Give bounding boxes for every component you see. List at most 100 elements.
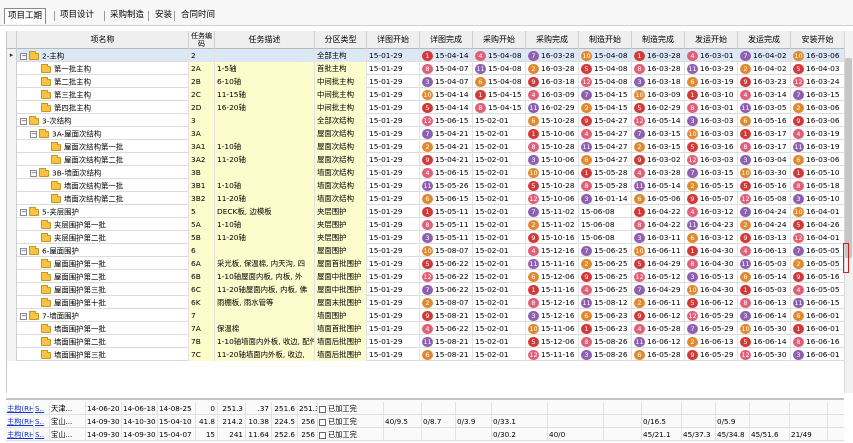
- detail-cell-n5[interactable]: 256: [298, 428, 318, 441]
- cell-istart[interactable]: 4 16-05-05: [791, 283, 844, 296]
- table-row[interactable]: 屋面围护第二批 6B 1-10轴屋面内板, 内板, 外屋面中批围护 15-01-29 1…: [7, 270, 844, 283]
- cell-code[interactable]: 5B: [189, 231, 215, 244]
- detail-cell-v9[interactable]: [716, 402, 750, 415]
- col-header-purchase-end[interactable]: 采购完成: [526, 31, 579, 49]
- cell-code[interactable]: 5: [189, 205, 215, 218]
- cell-send[interactable]: 1 16-03-17: [738, 127, 791, 140]
- cell-dend[interactable]: 1 15-05-11: [420, 205, 473, 218]
- cell-istart[interactable]: 8 16-06-16: [791, 335, 844, 348]
- cell-desc[interactable]: [215, 127, 315, 140]
- cell-dstart[interactable]: 15-01-29: [367, 257, 420, 270]
- detail-cell-d3[interactable]: 15-04-10: [158, 415, 196, 428]
- cell-code[interactable]: 2A: [189, 62, 215, 75]
- cell-dstart[interactable]: 15-01-29: [367, 166, 420, 179]
- cell-pstart[interactable]: 1 15-04-15: [473, 88, 526, 101]
- cell-istart[interactable]: 9 16-05-16: [791, 270, 844, 283]
- detail-cell-v4[interactable]: 0/30.2: [492, 428, 548, 441]
- tab-contract-time[interactable]: 合同时间: [178, 8, 218, 24]
- detail-cell-v7[interactable]: 0/16.5: [642, 415, 682, 428]
- cell-sstart[interactable]: 5 16-03-16: [685, 140, 738, 153]
- cell-mstart[interactable]: 7 15-04-15: [579, 88, 632, 101]
- cell-istart[interactable]: 11 16-03-19: [791, 140, 844, 153]
- cell-mstart[interactable]: 3 15-08-26: [579, 348, 632, 361]
- detail-cell-n2[interactable]: 214.2: [218, 415, 246, 428]
- detail-cell-v1[interactable]: [384, 402, 422, 415]
- table-row[interactable]: 墙面围护第一批 7A 保温棉 墙面首批围护 15-01-29 4 15-06-22 15-02…: [7, 322, 844, 335]
- item-name-cell[interactable]: 第三批主构: [17, 88, 189, 101]
- cell-sstart[interactable]: 9 16-05-29: [685, 348, 738, 361]
- cell-sstart[interactable]: 1 16-03-10: [685, 88, 738, 101]
- cell-dend[interactable]: 6 15-08-21: [420, 348, 473, 361]
- cell-zone[interactable]: 屋面次结构: [315, 140, 367, 153]
- cell-mend[interactable]: 8 16-03-28: [632, 62, 685, 75]
- cell-pend[interactable]: 2 16-03-28: [526, 62, 579, 75]
- row-indicator[interactable]: [7, 218, 17, 231]
- cell-dend[interactable]: 10 15-04-14: [420, 88, 473, 101]
- item-name-cell[interactable]: 第一批主构: [17, 62, 189, 75]
- cell-istart[interactable]: 9 16-03-06: [791, 114, 844, 127]
- cell-pstart[interactable]: 15-02-01: [473, 335, 526, 348]
- cell-istart[interactable]: 7 16-03-15: [791, 88, 844, 101]
- cell-istart[interactable]: 5 16-04-03: [791, 62, 844, 75]
- cell-istart[interactable]: 1 16-06-01: [791, 322, 844, 335]
- cell-mend[interactable]: 4 16-05-28: [632, 322, 685, 335]
- row-indicator[interactable]: [7, 166, 17, 179]
- col-header-make-end[interactable]: 制造完成: [632, 31, 685, 49]
- detail-cell-d2[interactable]: 14-09-30: [122, 428, 158, 441]
- cell-sstart[interactable]: 12 16-05-29: [685, 309, 738, 322]
- cell-pend[interactable]: 12 15-11-16: [526, 348, 579, 361]
- cell-istart[interactable]: 5 16-04-26: [791, 218, 844, 231]
- cell-mend[interactable]: 2 16-03-15: [632, 140, 685, 153]
- cell-sstart[interactable]: 7 16-03-15: [685, 166, 738, 179]
- cell-code[interactable]: 2C: [189, 88, 215, 101]
- cell-sstart[interactable]: 1 16-04-30: [685, 244, 738, 257]
- cell-pstart[interactable]: 15-02-01: [473, 244, 526, 257]
- cell-zone[interactable]: 全部主构: [315, 49, 367, 62]
- cell-dend[interactable]: 4 15-06-15: [420, 166, 473, 179]
- cell-sstart[interactable]: 7 16-05-29: [685, 322, 738, 335]
- table-row[interactable]: −3A-屋面次结构 3A 屋面次结构 15-01-29 7 15-04-21 15-02-0…: [7, 127, 844, 140]
- cell-send[interactable]: 11 16-03-05: [738, 101, 791, 114]
- cell-send[interactable]: 4 16-06-13: [738, 244, 791, 257]
- detail-cell-v8[interactable]: 45/37.3: [682, 428, 716, 441]
- item-name-cell[interactable]: 墙面围护第三批: [17, 348, 189, 361]
- cell-desc[interactable]: 11-20轴: [215, 153, 315, 166]
- cell-send[interactable]: 8 16-06-13: [738, 296, 791, 309]
- cell-mend[interactable]: 6 16-05-28: [632, 348, 685, 361]
- cell-dend[interactable]: 2 15-08-07: [420, 296, 473, 309]
- cell-send[interactable]: 5 16-05-16: [738, 179, 791, 192]
- processed-checkbox[interactable]: [319, 418, 326, 426]
- cell-dend[interactable]: 3 15-04-07: [420, 75, 473, 88]
- detail-cell-v8[interactable]: [682, 402, 716, 415]
- detail-cell-v2[interactable]: [422, 402, 456, 415]
- cell-desc[interactable]: 11-20轴: [215, 192, 315, 205]
- detail-cell-d1[interactable]: 14-09-30: [86, 428, 122, 441]
- detail-cell-link[interactable]: 主构(RH): [6, 428, 34, 441]
- cell-zone[interactable]: 夹层围护: [315, 231, 367, 244]
- cell-istart[interactable]: 7 16-05-05: [791, 244, 844, 257]
- cell-send[interactable]: 9 16-03-13: [738, 231, 791, 244]
- cell-mstart[interactable]: 1 15-06-23: [579, 322, 632, 335]
- table-row[interactable]: 夹层围护第二批 5B 11-20轴 夹层围护 15-01-29 3 15-05-11 15-0…: [7, 231, 844, 244]
- cell-zone[interactable]: 首批主构: [315, 62, 367, 75]
- cell-desc[interactable]: 1-5轴: [215, 62, 315, 75]
- detail-cell-link[interactable]: 主构(RH): [6, 402, 34, 415]
- cell-send[interactable]: 10 16-03-30: [738, 166, 791, 179]
- cell-desc[interactable]: 保温棉: [215, 322, 315, 335]
- cell-dend[interactable]: 12 15-06-15: [420, 114, 473, 127]
- cell-zone[interactable]: 夹层围护: [315, 205, 367, 218]
- item-name-cell[interactable]: 第四批主构: [17, 101, 189, 114]
- cell-mend[interactable]: 7 16-04-29: [632, 283, 685, 296]
- cell-pend[interactable]: 2 15-11-02: [526, 218, 579, 231]
- table-row[interactable]: ▸ −2-主构 2 全部主构 15-01-29 1 15-04-14 4 15-04-08 7 16…: [7, 49, 844, 62]
- cell-pend[interactable]: 6 15-12-06: [526, 270, 579, 283]
- cell-sstart[interactable]: 2 16-06-13: [685, 335, 738, 348]
- cell-dend[interactable]: 12 15-06-22: [420, 270, 473, 283]
- item-name-cell[interactable]: − 3A-屋面次结构: [17, 127, 189, 140]
- detail-cell-v8[interactable]: [682, 415, 716, 428]
- col-header-desc[interactable]: 任务描述: [215, 31, 315, 49]
- cell-sstart[interactable]: 4 16-03-12: [685, 205, 738, 218]
- detail-cell-v6[interactable]: [604, 428, 642, 441]
- cell-send[interactable]: 2 16-04-24: [738, 218, 791, 231]
- cell-send[interactable]: 12 16-05-08: [738, 192, 791, 205]
